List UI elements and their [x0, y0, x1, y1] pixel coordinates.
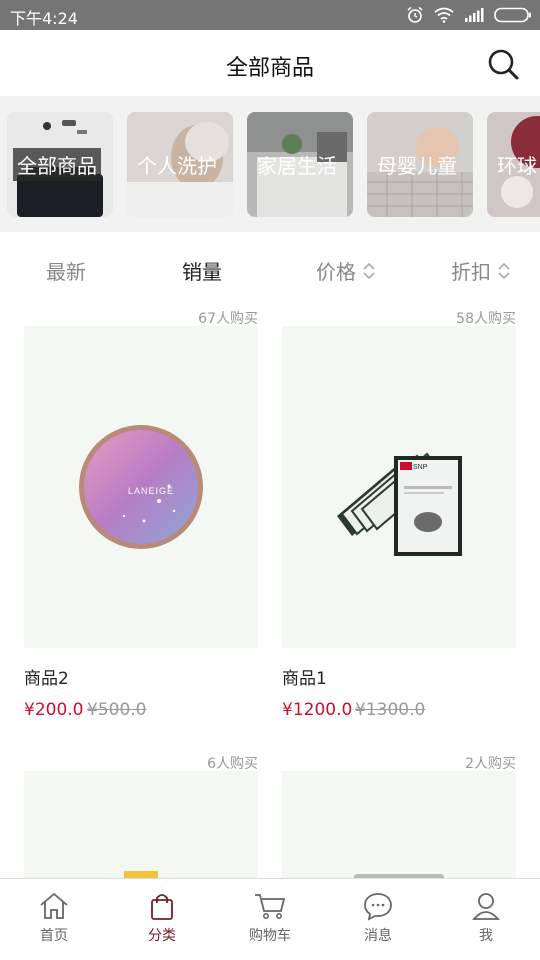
sold-count: 67人购买 — [198, 311, 258, 327]
tab-label: 首页 — [40, 928, 68, 944]
category-all[interactable]: 全部商品 — [7, 112, 113, 217]
product-price: ¥1200.0 — [282, 700, 353, 720]
header: 全部商品 — [0, 30, 540, 96]
tab-label: 消息 — [364, 928, 392, 944]
category-label: 环球 — [497, 154, 537, 178]
signal-icon — [464, 8, 484, 22]
alarm-icon — [406, 6, 424, 24]
sold-count: 6人购买 — [207, 756, 258, 772]
bottom-tab-bar: 首页 分类 购物车 消息 我 — [0, 878, 540, 960]
category-strip: 全部商品 个人洗护 家居生活 母婴儿童 环球 — [0, 96, 540, 232]
tab-label: 购物车 — [249, 928, 291, 944]
search-icon — [488, 49, 519, 80]
product-old-price: ¥1300.0 — [355, 700, 426, 720]
sort-sales-label: 销量 — [182, 260, 222, 284]
message-icon — [364, 893, 392, 921]
brand-logo-text: SNP — [413, 464, 428, 471]
product-card[interactable]: 67人购买 LANEIGE 商品2 ¥200.0 ¥500.0 — [24, 308, 258, 738]
product-card[interactable]: 6人购买 — [24, 753, 258, 878]
sort-arrows-icon — [363, 262, 375, 279]
tab-label: 分类 — [148, 928, 176, 944]
product-card[interactable]: 58人购买 SNP 商品1 ¥1200.0 ¥1300.0 — [282, 308, 516, 738]
sort-arrows-icon — [498, 262, 510, 279]
product-price: ¥200.0 — [24, 700, 84, 720]
status-time: 下午4:24 — [10, 9, 78, 28]
category-mother-baby[interactable]: 母婴儿童 — [367, 112, 473, 217]
product-image[interactable] — [24, 771, 258, 878]
product-image[interactable] — [282, 771, 516, 878]
category-label: 个人洗护 — [137, 154, 217, 178]
sort-discount-label: 折扣 — [451, 260, 491, 284]
tab-home[interactable]: 首页 — [14, 891, 94, 945]
search-button[interactable] — [486, 47, 520, 81]
category-label: 母婴儿童 — [377, 154, 457, 178]
product-name: 商品2 — [24, 669, 69, 689]
product-name: 商品1 — [282, 669, 327, 689]
product-image[interactable]: SNP — [282, 326, 516, 648]
product-image[interactable]: LANEIGE — [24, 326, 258, 648]
sort-price[interactable]: 价格 — [316, 256, 376, 285]
home-icon — [40, 892, 68, 919]
tab-messages[interactable]: 消息 — [338, 891, 418, 945]
page-title: 全部商品 — [225, 56, 314, 81]
product-card[interactable]: 2人购买 — [282, 753, 516, 878]
sold-count: 58人购买 — [456, 311, 516, 327]
category-global[interactable]: 环球 — [487, 112, 540, 217]
bag-icon — [151, 894, 173, 920]
sort-newest-label: 最新 — [46, 260, 86, 284]
sort-bar: 最新 销量 价格 折扣 — [0, 232, 540, 304]
tab-cart[interactable]: 购物车 — [230, 891, 310, 945]
battery-icon — [494, 7, 532, 23]
sort-newest[interactable]: 最新 — [46, 256, 86, 285]
wifi-icon — [434, 7, 454, 23]
brand-logo-text: LANEIGE — [128, 486, 174, 496]
status-icons — [406, 5, 532, 25]
category-personal-care[interactable]: 个人洗护 — [127, 112, 233, 217]
tab-me[interactable]: 我 — [446, 891, 526, 945]
cart-icon — [255, 894, 286, 919]
sort-discount[interactable]: 折扣 — [451, 256, 511, 285]
sort-sales[interactable]: 销量 — [182, 256, 222, 285]
product-old-price: ¥500.0 — [87, 700, 147, 720]
sort-price-label: 价格 — [316, 260, 356, 284]
category-label: 家居生活 — [257, 154, 337, 178]
category-home-living[interactable]: 家居生活 — [247, 112, 353, 217]
sold-count: 2人购买 — [465, 756, 516, 772]
user-icon — [472, 893, 500, 920]
category-label: 全部商品 — [13, 148, 101, 181]
status-bar: 下午4:24 — [0, 0, 540, 30]
tab-category[interactable]: 分类 — [122, 891, 202, 945]
tab-label: 我 — [479, 928, 493, 944]
